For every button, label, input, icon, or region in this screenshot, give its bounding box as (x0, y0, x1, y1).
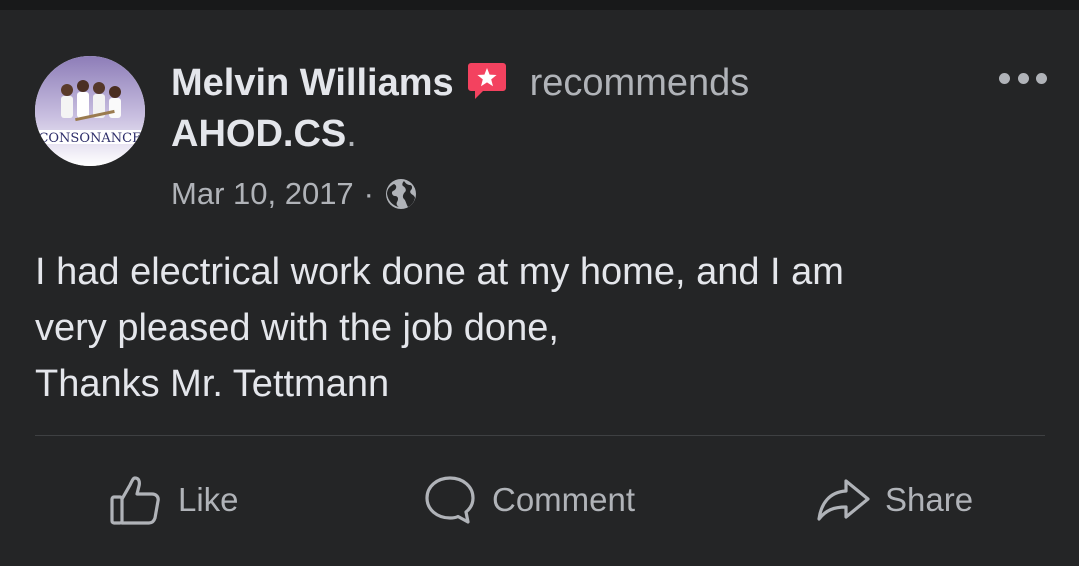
post-meta: Mar 10, 2017 · (171, 174, 418, 214)
post-body-line: very pleased with the job done, (35, 307, 559, 349)
more-dot-icon (1017, 72, 1029, 84)
like-button[interactable]: Like (108, 460, 239, 540)
recommend-badge-icon (466, 60, 508, 102)
meta-separator: · (363, 176, 374, 211)
post-body: I had electrical work done at my home, a… (35, 244, 1045, 412)
avatar-logo-text: CONSONANCE (38, 131, 141, 146)
more-dot-icon (999, 72, 1010, 84)
more-options-button[interactable] (999, 66, 1047, 90)
like-label: Like (178, 481, 239, 518)
author-line: Melvin Williams recommends (171, 60, 749, 106)
post-body-line: Thanks Mr. Tettmann (35, 363, 390, 405)
more-dot-icon (1036, 72, 1047, 84)
thumbs-up-icon (108, 472, 164, 528)
divider (35, 435, 1045, 436)
post-body-line: I had electrical work done at my home, a… (35, 251, 844, 293)
page-name-link[interactable]: AHOD.CS (171, 113, 346, 155)
comment-label: Comment (492, 481, 636, 518)
comment-icon (422, 472, 478, 528)
avatar-image: CONSONANCE (35, 56, 145, 166)
action-bar: Like Comment Share (0, 460, 1079, 540)
globe-icon[interactable] (384, 177, 418, 211)
comment-button[interactable]: Comment (422, 460, 635, 540)
share-icon (815, 472, 871, 528)
author-name[interactable]: Melvin Williams (171, 62, 454, 105)
share-label: Share (885, 481, 974, 518)
post-timestamp[interactable]: Mar 10, 2017 (171, 176, 354, 212)
top-strip (0, 0, 1079, 10)
share-button[interactable]: Share (815, 460, 973, 540)
avatar[interactable]: CONSONANCE (35, 56, 145, 166)
page-name-suffix: . (346, 113, 357, 155)
recommends-text: recommends (529, 61, 750, 104)
page-line: AHOD.CS. (171, 113, 357, 159)
